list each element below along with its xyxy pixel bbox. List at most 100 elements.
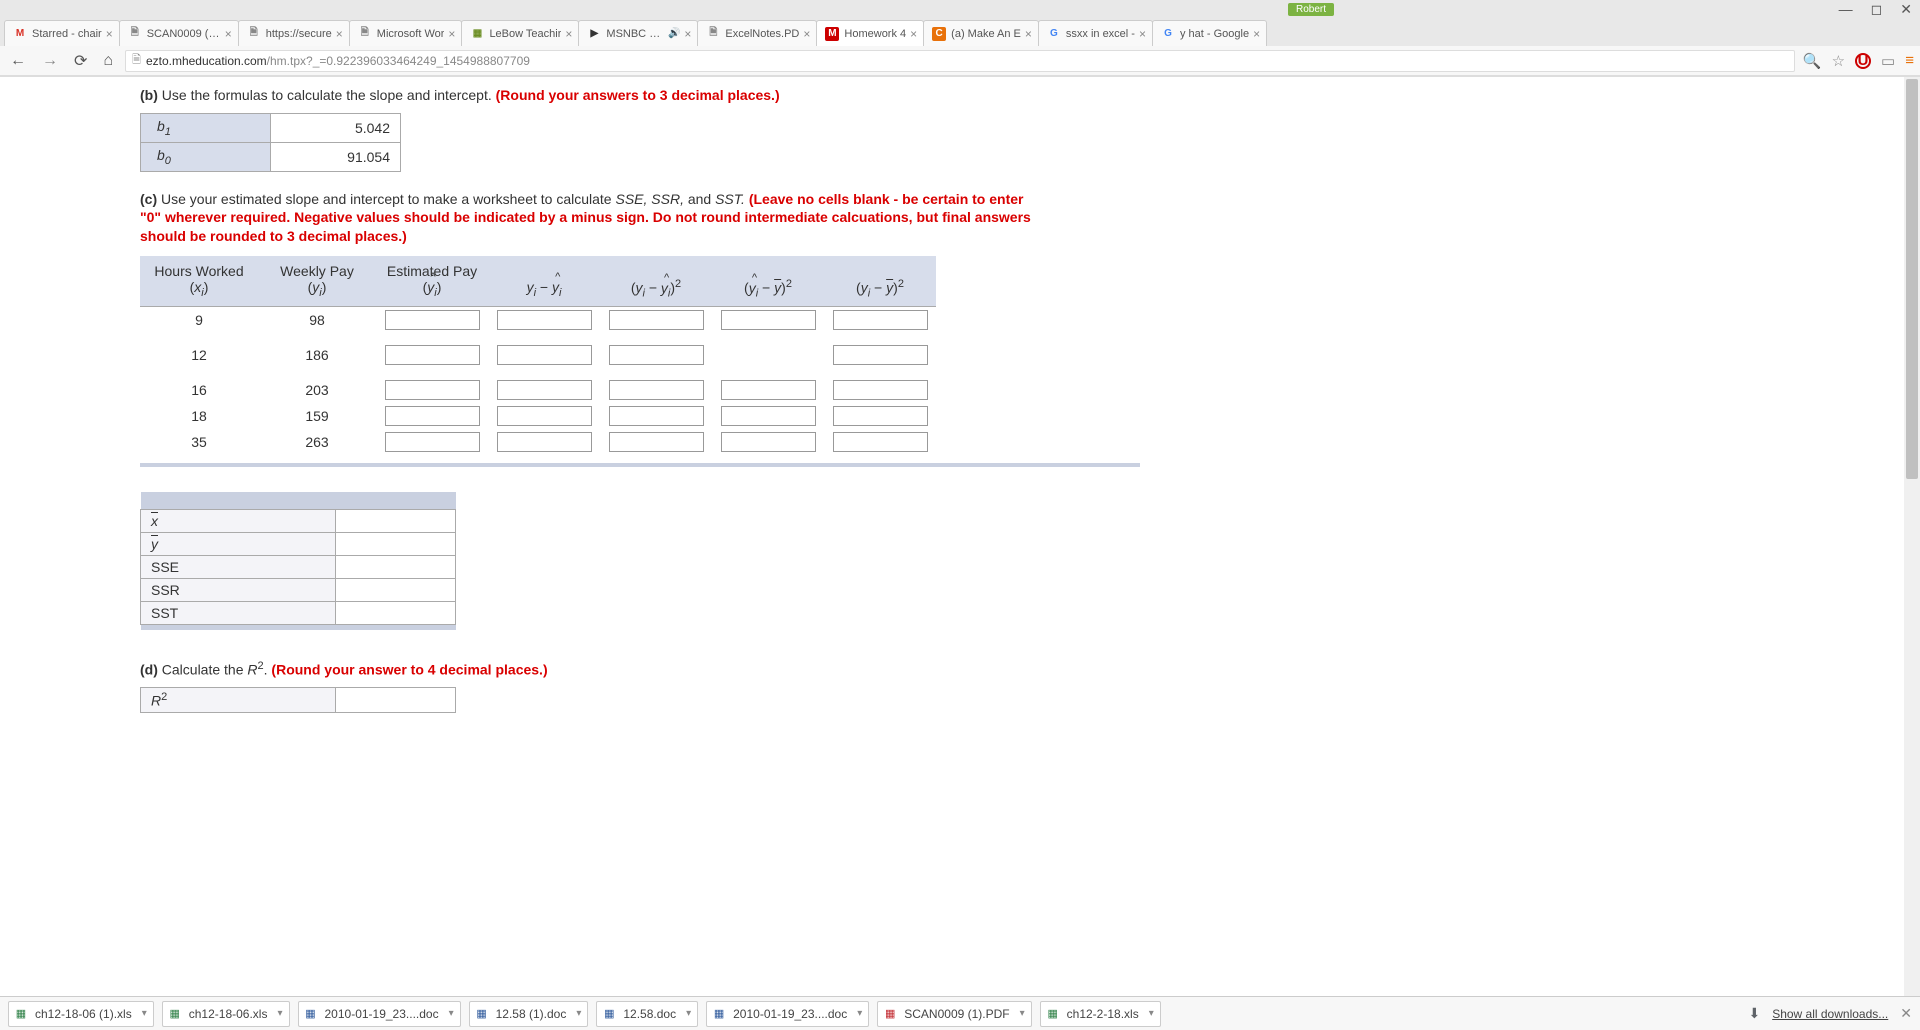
tab-close-icon[interactable]: × — [565, 27, 572, 41]
bookmark-star-icon[interactable]: ☆ — [1832, 52, 1845, 70]
forward-button[interactable]: → — [38, 50, 62, 72]
b0-value[interactable]: 91.054 — [271, 142, 401, 171]
browser-tab[interactable]: G y hat - Google × — [1152, 20, 1267, 46]
browser-chrome: Robert — ◻ ✕ M Starred - chair ×🗎 SCAN00… — [0, 0, 1920, 77]
summary-input[interactable] — [340, 510, 455, 532]
worksheet-input[interactable] — [721, 406, 816, 426]
home-button[interactable]: ⌂ — [99, 50, 117, 72]
worksheet-input[interactable] — [497, 345, 592, 365]
download-dropdown-icon[interactable]: ▾ — [449, 1008, 454, 1019]
tab-close-icon[interactable]: × — [336, 27, 343, 41]
zoom-icon[interactable]: 🔍 — [1803, 52, 1822, 70]
browser-tab[interactable]: 🗎 ExcelNotes.PD × — [697, 20, 817, 46]
download-dropdown-icon[interactable]: ▾ — [857, 1008, 862, 1019]
download-item[interactable]: ▦ch12-2-18.xls▾ — [1040, 1001, 1161, 1027]
download-dropdown-icon[interactable]: ▾ — [576, 1008, 581, 1019]
worksheet-input[interactable] — [833, 406, 928, 426]
user-badge[interactable]: Robert — [1288, 3, 1334, 16]
browser-tab[interactable]: ▶ MSNBC Live 🔊 × — [578, 20, 698, 46]
worksheet-input[interactable] — [609, 310, 704, 330]
worksheet-input[interactable] — [497, 432, 592, 452]
worksheet-input[interactable] — [609, 380, 704, 400]
browser-tab[interactable]: M Starred - chair × — [4, 20, 120, 46]
summary-input[interactable] — [340, 556, 455, 578]
download-item[interactable]: ▦2010-01-19_23....doc▾ — [706, 1001, 869, 1027]
tab-close-icon[interactable]: × — [1253, 27, 1260, 41]
summary-input[interactable] — [340, 579, 455, 601]
scrollbar-thumb[interactable] — [1906, 79, 1918, 479]
device-icon[interactable]: ▭ — [1881, 52, 1895, 70]
worksheet-input[interactable] — [385, 310, 480, 330]
tab-close-icon[interactable]: × — [684, 27, 691, 41]
worksheet-input[interactable] — [833, 380, 928, 400]
browser-tab[interactable]: 🗎 Microsoft Wor × — [349, 20, 463, 46]
download-item[interactable]: ▦2010-01-19_23....doc▾ — [298, 1001, 461, 1027]
worksheet-input[interactable] — [385, 380, 480, 400]
tab-close-icon[interactable]: × — [225, 27, 232, 41]
download-dropdown-icon[interactable]: ▾ — [142, 1008, 147, 1019]
close-download-bar[interactable]: ✕ — [1900, 1005, 1912, 1022]
cell-y: 98 — [258, 306, 376, 333]
tab-close-icon[interactable]: × — [1139, 27, 1146, 41]
browser-tab[interactable]: ▦ LeBow Teachir × — [461, 20, 579, 46]
download-dropdown-icon[interactable]: ▾ — [1020, 1008, 1025, 1019]
worksheet-input[interactable] — [385, 406, 480, 426]
hamburger-menu-icon[interactable]: ≡ — [1905, 52, 1914, 69]
worksheet-input[interactable] — [609, 432, 704, 452]
summary-input[interactable] — [340, 533, 455, 555]
minimize-icon[interactable]: — — [1839, 1, 1853, 17]
back-button[interactable]: ← — [6, 50, 30, 72]
tab-title: y hat - Google — [1180, 28, 1249, 40]
download-item[interactable]: ▦ch12-18-06.xls▾ — [162, 1001, 290, 1027]
worksheet-input[interactable] — [497, 380, 592, 400]
worksheet-input[interactable] — [721, 380, 816, 400]
worksheet-input[interactable] — [833, 432, 928, 452]
worksheet-input[interactable] — [497, 406, 592, 426]
summary-row: y — [141, 533, 456, 556]
worksheet-input[interactable] — [833, 345, 928, 365]
th-resid: yi − yi — [488, 256, 600, 306]
worksheet-input[interactable] — [609, 406, 704, 426]
worksheet-input[interactable] — [609, 345, 704, 365]
close-window-icon[interactable]: ✕ — [1900, 1, 1912, 18]
summary-row: SSR — [141, 579, 456, 602]
tab-close-icon[interactable]: × — [910, 27, 917, 41]
reload-button[interactable]: ⟳ — [70, 49, 91, 73]
maximize-icon[interactable]: ◻ — [1871, 1, 1883, 18]
download-item[interactable]: ▦12.58 (1).doc▾ — [469, 1001, 589, 1027]
browser-tab[interactable]: M Homework 4 × — [816, 20, 924, 46]
download-item[interactable]: ▦12.58.doc▾ — [596, 1001, 698, 1027]
tab-close-icon[interactable]: × — [803, 27, 810, 41]
b1-value[interactable]: 5.042 — [271, 114, 401, 143]
download-item[interactable]: ▦ch12-18-06 (1).xls▾ — [8, 1001, 154, 1027]
tab-title: ExcelNotes.PD — [725, 28, 799, 40]
tab-close-icon[interactable]: × — [1025, 27, 1032, 41]
browser-tab[interactable]: G ssxx in excel - × — [1038, 20, 1153, 46]
worksheet-input[interactable] — [721, 432, 816, 452]
download-dropdown-icon[interactable]: ▾ — [277, 1008, 282, 1019]
ublock-icon[interactable]: U — [1855, 53, 1871, 69]
audio-icon[interactable]: 🔊 — [668, 28, 680, 39]
summary-input[interactable] — [340, 602, 455, 624]
worksheet-input[interactable] — [833, 310, 928, 330]
worksheet-input[interactable] — [385, 432, 480, 452]
worksheet-input[interactable] — [497, 310, 592, 330]
download-dropdown-icon[interactable]: ▾ — [686, 1008, 691, 1019]
download-dropdown-icon[interactable]: ▾ — [1149, 1008, 1154, 1019]
download-item[interactable]: ▦SCAN0009 (1).PDF▾ — [877, 1001, 1031, 1027]
show-all-downloads[interactable]: Show all downloads... — [1772, 1007, 1888, 1021]
browser-tab[interactable]: 🗎 https://secure × — [238, 20, 350, 46]
slope-intercept-table: b1 5.042 b0 91.054 — [140, 113, 401, 172]
download-filename: ch12-18-06.xls — [189, 1007, 268, 1021]
url-input[interactable]: 🗎 ezto.mheducation.com/hm.tpx?_=0.922396… — [125, 50, 1795, 72]
tab-title: (a) Make An E — [951, 28, 1021, 40]
browser-tab[interactable]: C (a) Make An E × — [923, 20, 1039, 46]
content-wrap: (b) Use the formulas to calculate the sl… — [0, 77, 1920, 1027]
tab-close-icon[interactable]: × — [448, 27, 455, 41]
browser-tab[interactable]: 🗎 SCAN0009 (1). × — [119, 20, 239, 46]
tab-close-icon[interactable]: × — [106, 27, 113, 41]
worksheet-input[interactable] — [721, 310, 816, 330]
r2-input[interactable] — [340, 689, 455, 711]
worksheet-input[interactable] — [385, 345, 480, 365]
scrollbar-track[interactable]: ▲ ▼ — [1904, 77, 1920, 1027]
